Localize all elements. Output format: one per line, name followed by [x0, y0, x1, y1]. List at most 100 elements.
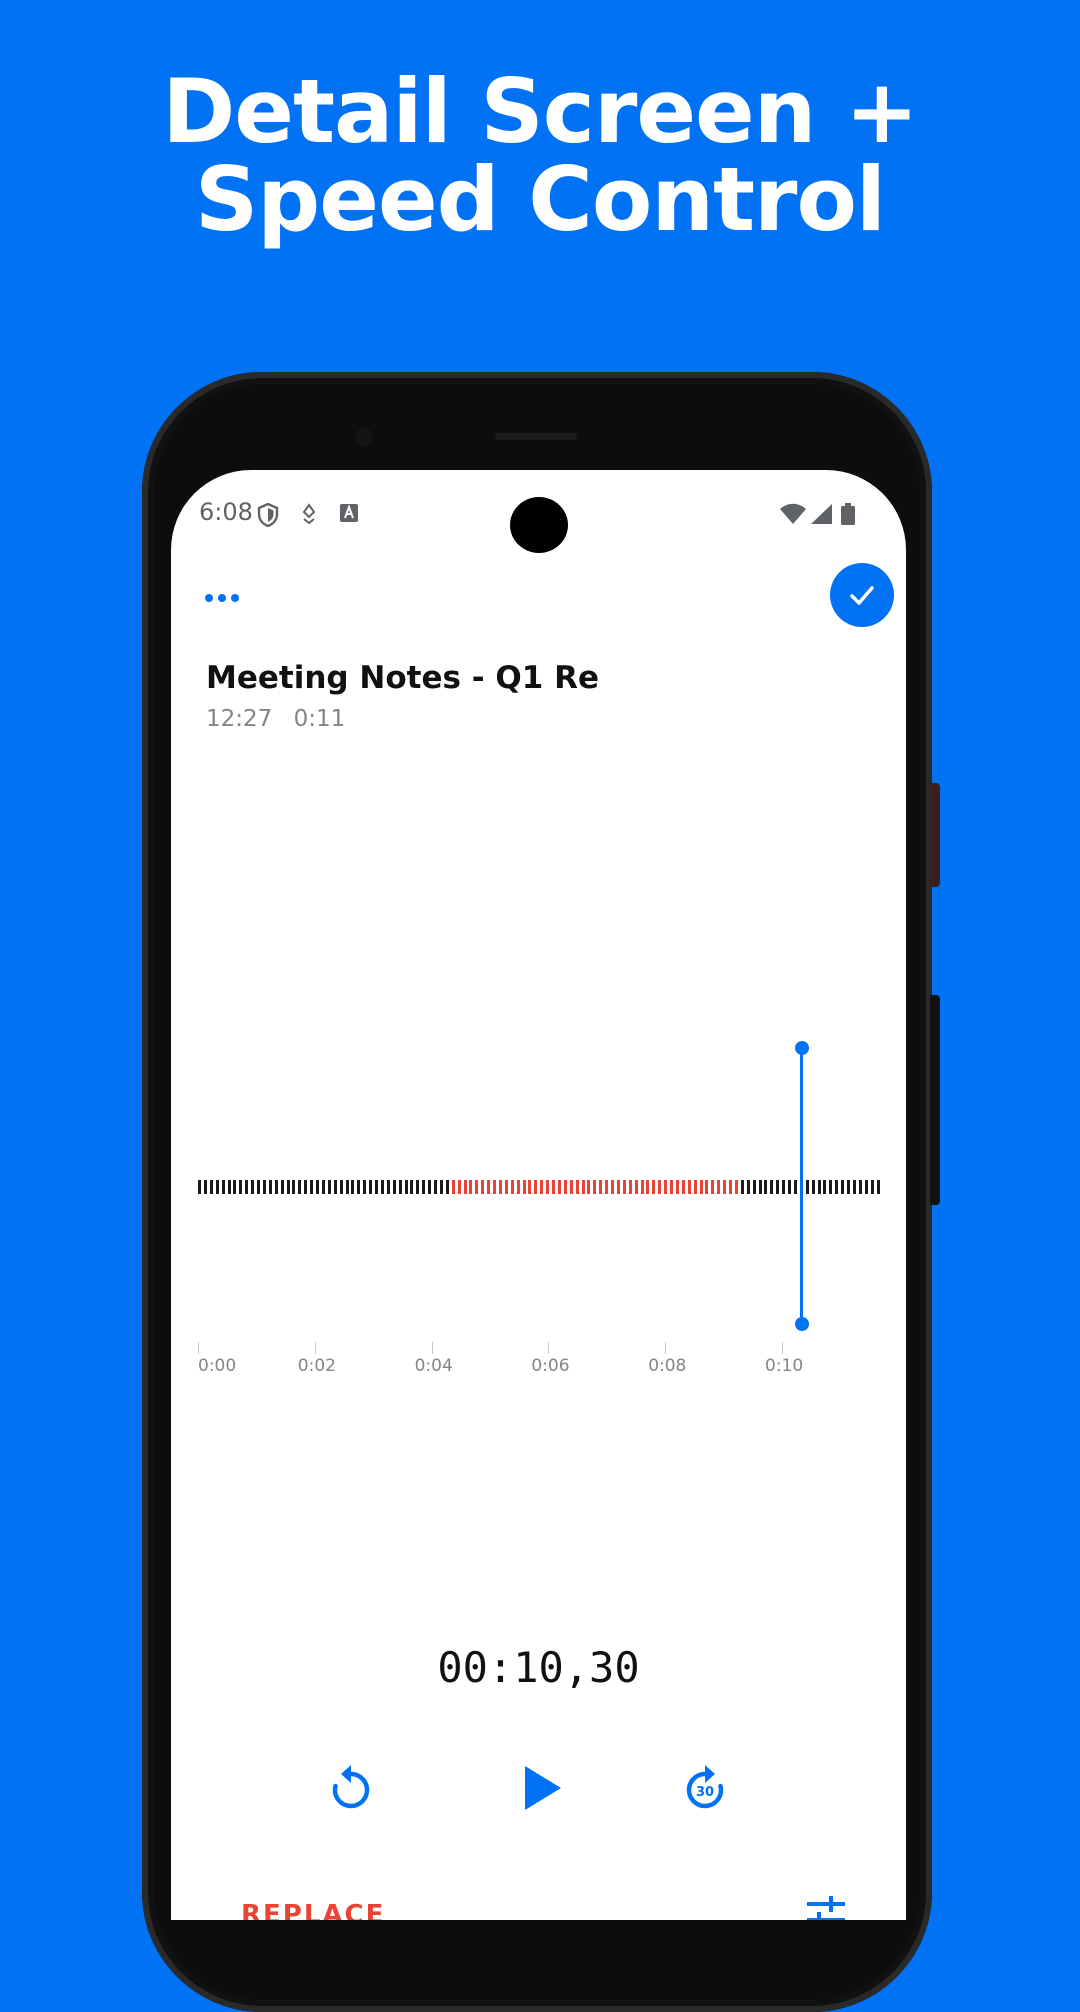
waveform-bar [209, 1180, 213, 1194]
waveform-bar [717, 1180, 721, 1194]
waveform-bar [510, 1180, 514, 1194]
promo-title: Detail Screen + Speed Control [0, 68, 1080, 244]
waveform-bar [640, 1180, 644, 1194]
waveform-bar [369, 1180, 373, 1194]
timeline-tick [782, 1342, 783, 1354]
waveform-bar [670, 1180, 673, 1194]
waveform-bar [333, 1180, 337, 1194]
waveform-bar [268, 1180, 272, 1194]
waveform-bar [410, 1180, 414, 1194]
playhead[interactable] [800, 1046, 803, 1326]
waveform-bar [416, 1180, 420, 1194]
waveform-bar [516, 1180, 520, 1194]
waveform[interactable] [198, 1180, 880, 1194]
play-icon [525, 1766, 561, 1810]
waveform-bar [345, 1180, 349, 1194]
recording-meta: 12:27 0:11 [206, 706, 359, 732]
waveform-bar [634, 1180, 638, 1194]
earpiece [495, 433, 577, 440]
waveform-bar [793, 1180, 797, 1194]
waveform-bar [841, 1180, 845, 1194]
phone-screen: 6:08 Meeting Notes - Q1 Re 12:27 0:11 00… [171, 470, 906, 1920]
waveform-bar [221, 1180, 225, 1194]
promo-title-line-2: Speed Control [194, 148, 886, 251]
waveform-bar [251, 1180, 255, 1194]
waveform-bar [546, 1180, 550, 1194]
waveform-bar [611, 1180, 614, 1194]
waveform-bar [569, 1180, 573, 1194]
waveform-bar [587, 1180, 591, 1194]
forward-30-label: 30 [696, 1785, 714, 1800]
timeline-tick [314, 1342, 316, 1354]
waveform-bar [729, 1180, 732, 1194]
waveform-bar [805, 1180, 809, 1194]
waveform-bar [776, 1180, 780, 1194]
timeline-tick [548, 1342, 550, 1354]
waveform-bar [628, 1180, 632, 1194]
waveform-bar [811, 1180, 815, 1194]
timeline-tick-label: 0:06 [531, 1356, 570, 1376]
waveform-bar [245, 1180, 249, 1194]
waveform-bar [475, 1180, 479, 1194]
waveform-bar [316, 1180, 319, 1194]
waveform-bar [292, 1180, 296, 1194]
playback-timer: 00:10,30 [437, 1643, 640, 1692]
forward-30-button[interactable]: 30 [675, 1758, 735, 1818]
waveform-bar [339, 1180, 343, 1194]
timeline-tick-label: 0:02 [297, 1356, 336, 1376]
waveform-bar [386, 1180, 390, 1194]
waveform-bar [257, 1180, 260, 1194]
waveform-bar [693, 1180, 697, 1194]
battery-icon [841, 503, 855, 531]
waveform-bar [463, 1180, 467, 1194]
waveform-bar [375, 1180, 378, 1194]
waveform-bar [481, 1180, 485, 1194]
waveform-bar [605, 1180, 609, 1194]
waveform-bar [422, 1180, 426, 1194]
waveform-bar [239, 1180, 243, 1194]
waveform-bar [439, 1180, 443, 1194]
waveform-bar [788, 1180, 791, 1194]
speed-settings-button[interactable] [801, 1894, 851, 1920]
rewind-button[interactable] [321, 1758, 381, 1818]
more-options-button[interactable] [203, 578, 259, 618]
waveform-bar [616, 1180, 620, 1194]
waveform-bar [498, 1180, 502, 1194]
waveform-bar [675, 1180, 679, 1194]
play-button[interactable] [511, 1758, 571, 1818]
waveform-bar [847, 1180, 850, 1194]
waveform-bar [286, 1180, 290, 1194]
waveform-bar [758, 1180, 762, 1194]
recording-duration: 0:11 [293, 706, 346, 732]
replace-button[interactable]: REPLACE [241, 1900, 385, 1920]
done-button[interactable] [830, 563, 894, 627]
tune-icon [807, 1896, 845, 1920]
waveform-bar [876, 1180, 880, 1194]
waveform-bar [599, 1180, 603, 1194]
waveform-bar [398, 1180, 402, 1194]
waveform-bar [664, 1180, 668, 1194]
waveform-bar [711, 1180, 715, 1194]
more-horizontal-icon [205, 594, 239, 602]
playhead-handle-bottom[interactable] [795, 1317, 809, 1331]
playhead-handle-top[interactable] [795, 1041, 809, 1055]
waveform-bar [593, 1180, 597, 1194]
waveform-bar [563, 1180, 567, 1194]
waveform-bar [493, 1180, 496, 1194]
waveform-bar [528, 1180, 532, 1194]
waveform-bar [622, 1180, 626, 1194]
promo-title-line-1: Detail Screen + [162, 60, 918, 163]
timeline-tick [665, 1342, 667, 1354]
waveform-bar [304, 1180, 308, 1194]
waveform-bar [740, 1180, 744, 1194]
waveform-bar [552, 1180, 555, 1194]
waveform-bar [858, 1180, 862, 1194]
waveform-bar [310, 1180, 314, 1194]
front-camera [355, 428, 373, 446]
waveform-bar [392, 1180, 396, 1194]
waveform-bar [404, 1180, 408, 1194]
waveform-bar [233, 1180, 237, 1194]
recording-title: Meeting Notes - Q1 Re [206, 660, 599, 696]
waveform-bar [699, 1180, 703, 1194]
power-button [930, 783, 940, 887]
